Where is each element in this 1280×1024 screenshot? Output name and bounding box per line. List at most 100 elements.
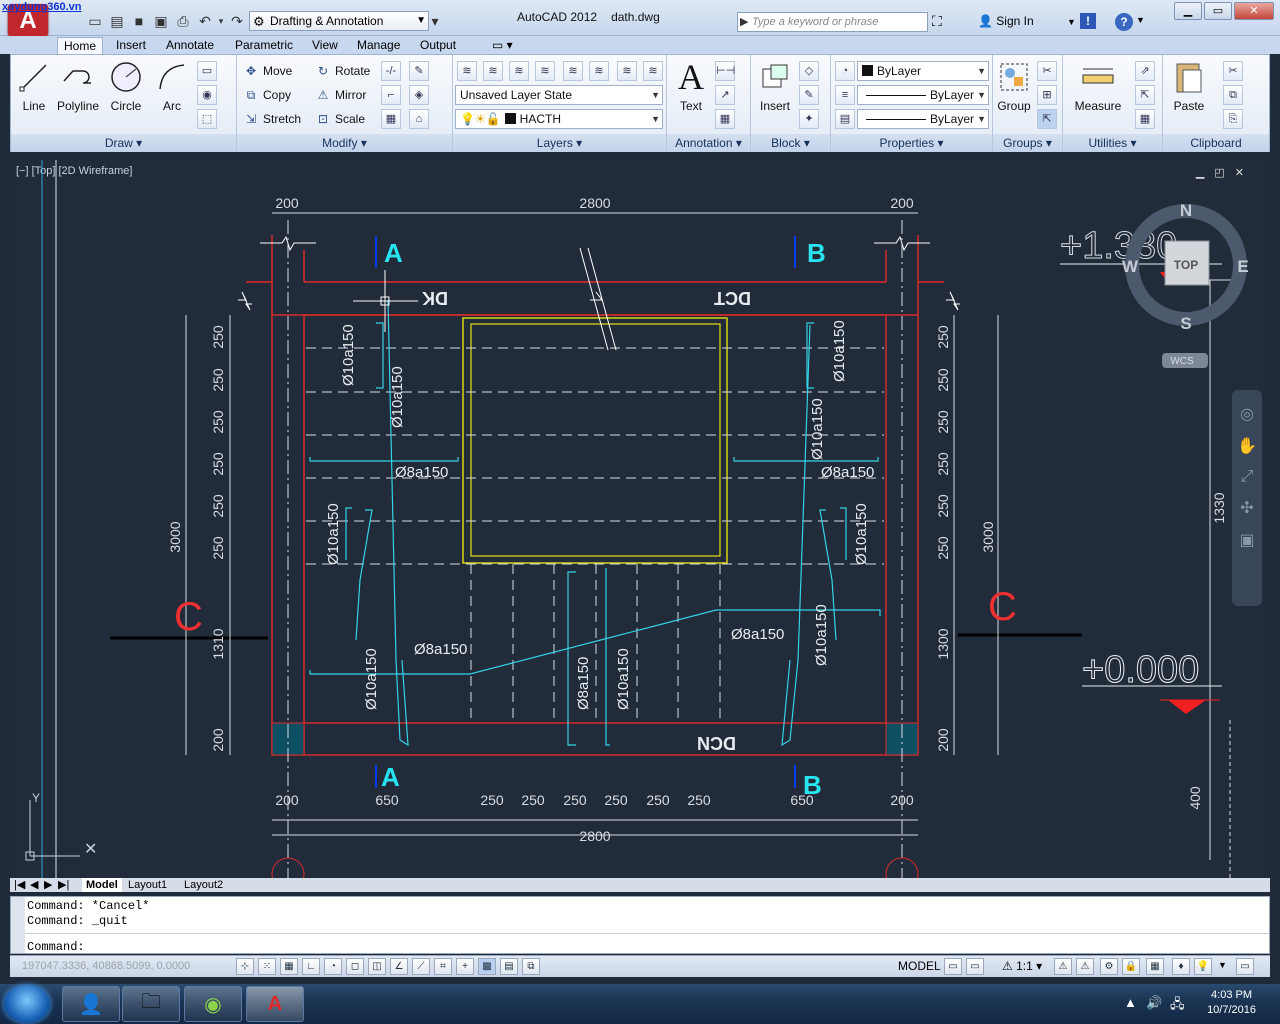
taskbar-app-1[interactable]: 👤 bbox=[62, 986, 120, 1022]
redo-icon[interactable]: ↷ bbox=[226, 11, 248, 31]
layout-nav-next-icon[interactable]: ▶ bbox=[44, 878, 52, 892]
paste-button[interactable]: Paste bbox=[1167, 59, 1211, 113]
help-dropdown-icon[interactable]: ▼ bbox=[1136, 15, 1145, 25]
explode-icon[interactable]: ◈ bbox=[409, 85, 429, 105]
trim-icon[interactable]: -/- bbox=[381, 61, 401, 81]
taskbar-autocad[interactable]: A bbox=[246, 986, 304, 1022]
auto-scale-icon[interactable]: ⚠ bbox=[1076, 958, 1094, 975]
viewcube[interactable]: TOP N S E W WCS bbox=[1122, 201, 1249, 368]
properties-panel-title[interactable]: Properties ▾ bbox=[831, 134, 992, 152]
circle-button[interactable]: Circle bbox=[107, 59, 145, 113]
layer-off-icon[interactable]: ≋ bbox=[617, 61, 637, 81]
undo-icon[interactable]: ↶ bbox=[194, 11, 216, 31]
fillet-icon[interactable]: ⌐ bbox=[381, 85, 401, 105]
measure-button[interactable]: Measure bbox=[1067, 59, 1129, 113]
lineweight-toggle-icon[interactable]: + bbox=[456, 958, 474, 975]
status-menu-icon[interactable]: ▼ bbox=[1218, 960, 1227, 970]
grid-display-icon[interactable]: ▦ bbox=[280, 958, 298, 975]
text-button[interactable]: A Text bbox=[673, 57, 709, 113]
minimize-button[interactable]: ▁ bbox=[1174, 2, 1202, 20]
taskbar-explorer[interactable]: 🗀 bbox=[122, 986, 180, 1022]
cut-icon[interactable]: ✂ bbox=[1223, 61, 1243, 81]
model-space-toggle[interactable]: MODEL bbox=[898, 959, 941, 973]
quick-view-drawings-icon[interactable]: ▭ bbox=[966, 958, 984, 975]
rectangle-icon[interactable]: ▭ bbox=[197, 61, 217, 81]
layer-match-icon[interactable]: ≋ bbox=[483, 61, 503, 81]
line-button[interactable]: Line bbox=[17, 59, 51, 113]
annotation-panel-title[interactable]: Annotation ▾ bbox=[667, 134, 750, 152]
taskbar-app-3[interactable]: ◉ bbox=[184, 986, 242, 1022]
tab-output[interactable]: Output bbox=[414, 37, 462, 54]
dynamic-ucs-icon[interactable]: ⟋ bbox=[412, 958, 430, 975]
select-all-icon[interactable]: ⇱ bbox=[1135, 85, 1155, 105]
lightbulb-icon[interactable]: 💡 bbox=[1194, 958, 1212, 975]
close-button[interactable]: ✕ bbox=[1234, 2, 1274, 20]
coordinate-readout[interactable]: 197047.3336, 40868.5099, 0.0000 bbox=[22, 960, 190, 972]
offset-icon[interactable]: ⌂ bbox=[409, 109, 429, 129]
steering-wheel-icon[interactable]: ◎ bbox=[1240, 404, 1254, 424]
erase-icon[interactable]: ✎ bbox=[409, 61, 429, 81]
lock-ui-icon[interactable]: 🔒 bbox=[1122, 958, 1140, 975]
calculator-icon[interactable]: ▦ bbox=[1135, 109, 1155, 129]
tab-annotate[interactable]: Annotate bbox=[160, 37, 220, 54]
stretch-button[interactable]: ⇲ Stretch bbox=[243, 109, 301, 129]
object-snap-tracking-icon[interactable]: ∠ bbox=[390, 958, 408, 975]
layer-unisolate-icon[interactable]: ≋ bbox=[563, 61, 583, 81]
annotation-visibility-icon[interactable]: ⚠ bbox=[1054, 958, 1072, 975]
layout-nav-last-icon[interactable]: ▶| bbox=[58, 878, 69, 892]
transparency-icon[interactable]: ▤ bbox=[835, 109, 855, 129]
command-line[interactable]: Command: *Cancel* Command: _quit Command… bbox=[10, 896, 1270, 954]
tab-layout1[interactable]: Layout1 bbox=[128, 878, 167, 892]
quick-select-icon[interactable]: ⇗ bbox=[1135, 61, 1155, 81]
help-icon[interactable]: ? bbox=[1115, 13, 1133, 31]
groups-panel-title[interactable]: Groups ▾ bbox=[993, 134, 1062, 152]
layer-isolate-icon[interactable]: ≋ bbox=[535, 61, 555, 81]
selection-cycling-icon[interactable]: ⧉ bbox=[522, 958, 540, 975]
quick-view-layouts-icon[interactable]: ▭ bbox=[944, 958, 962, 975]
quick-properties-icon[interactable]: ▤ bbox=[500, 958, 518, 975]
dynamic-input-icon[interactable]: ⌗ bbox=[434, 958, 452, 975]
volume-icon[interactable]: 🔊 bbox=[1146, 995, 1162, 1011]
modify-panel-title[interactable]: Modify ▾ bbox=[237, 134, 452, 152]
color-select[interactable]: ByLayer ▼ bbox=[857, 61, 989, 81]
insert-button[interactable]: Insert bbox=[757, 59, 793, 113]
sign-in-button[interactable]: 👤 Sign In ▼ bbox=[978, 14, 1076, 28]
layer-previous-icon[interactable]: ≋ bbox=[509, 61, 529, 81]
pan-icon[interactable]: ✋ bbox=[1237, 436, 1257, 456]
layout-nav-prev-icon[interactable]: ◀ bbox=[30, 878, 38, 892]
workspace-switching-icon[interactable]: ⚙ bbox=[1100, 958, 1118, 975]
lineweight-icon[interactable]: ≡ bbox=[835, 85, 855, 105]
workspace-switcher[interactable]: ⚙ Drafting & Annotation ▼ bbox=[249, 11, 429, 31]
viewcube-north[interactable]: N bbox=[1180, 201, 1192, 220]
paste-special-icon[interactable]: ⎘ bbox=[1223, 109, 1243, 129]
layer-state-select[interactable]: Unsaved Layer State ▼ bbox=[455, 85, 663, 105]
create-block-icon[interactable]: ◇ bbox=[799, 61, 819, 81]
plot-icon[interactable]: ⎙ bbox=[172, 11, 194, 31]
network-icon[interactable]: 🖧 bbox=[1170, 995, 1185, 1017]
hatch-icon[interactable]: ◉ bbox=[197, 85, 217, 105]
viewcube-south[interactable]: S bbox=[1180, 314, 1191, 333]
region-icon[interactable]: ⬚ bbox=[197, 109, 217, 129]
edit-attributes-icon[interactable]: ✦ bbox=[799, 109, 819, 129]
qat-customize-icon[interactable]: ▾ bbox=[429, 11, 441, 31]
transparency-toggle-icon[interactable]: ▩ bbox=[478, 958, 496, 975]
group-edit-icon[interactable]: ⊞ bbox=[1037, 85, 1057, 105]
clipboard-panel-title[interactable]: Clipboard bbox=[1163, 134, 1269, 152]
undo-dropdown-icon[interactable]: ▾ bbox=[216, 11, 226, 31]
layout-nav-first-icon[interactable]: |◀ bbox=[14, 878, 25, 892]
group-button[interactable]: Group bbox=[995, 59, 1033, 113]
edit-block-icon[interactable]: ✎ bbox=[799, 85, 819, 105]
search-input[interactable]: ▶ Type a keyword or phrase bbox=[737, 12, 928, 32]
layer-lock-icon[interactable]: ≋ bbox=[643, 61, 663, 81]
object-snap-icon[interactable]: ◻ bbox=[346, 958, 364, 975]
table-icon[interactable]: ▦ bbox=[715, 109, 735, 129]
exchange-icon[interactable]: ! bbox=[1080, 13, 1096, 29]
layers-panel-title[interactable]: Layers ▾ bbox=[453, 134, 666, 152]
3d-osnap-icon[interactable]: ◫ bbox=[368, 958, 386, 975]
tab-view[interactable]: View bbox=[306, 37, 344, 54]
group-selection-icon[interactable]: ⇱ bbox=[1037, 109, 1057, 129]
lineweight-select[interactable]: ByLayer ▼ bbox=[857, 109, 989, 129]
match-properties-icon[interactable]: ◔ bbox=[835, 61, 855, 81]
wcs-menu[interactable]: WCS bbox=[1170, 356, 1194, 367]
polyline-button[interactable]: Polyline bbox=[55, 59, 101, 113]
